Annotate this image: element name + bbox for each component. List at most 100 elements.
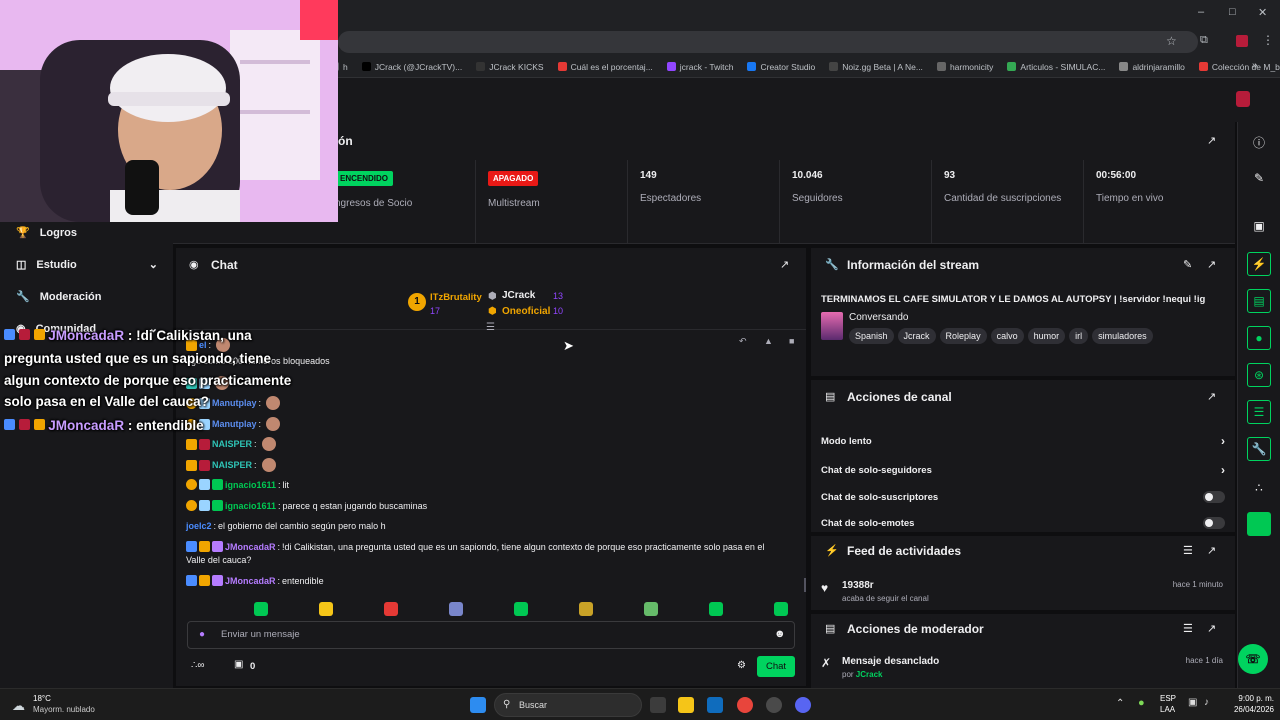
chat-username[interactable]: Manutplay — [212, 419, 257, 429]
bookmark-item[interactable]: Noiz.gg Beta | A Ne... — [829, 62, 923, 72]
language-layout[interactable]: LAA — [1160, 705, 1175, 714]
tag[interactable]: irl — [1069, 328, 1089, 344]
extensions-icon[interactable]: ⧉ — [1200, 34, 1208, 47]
weather-desc[interactable]: Mayorm. nublado — [33, 705, 95, 714]
bookmark-item[interactable]: JCrack (@JCrackTV)... — [361, 62, 462, 72]
delete-icon[interactable]: ■ — [789, 336, 794, 346]
chat-username[interactable]: Manutplay — [212, 398, 257, 408]
sidebar-item-moderacion[interactable]: 🔧 Moderación — [16, 290, 158, 304]
bookmark-item[interactable]: Colección de M_blei... — [1198, 62, 1280, 72]
chrome-icon[interactable] — [737, 697, 753, 713]
bookmark-item[interactable]: jcrack - Twitch — [666, 62, 733, 72]
bookmark-item[interactable]: aldrinjaramillo — [1119, 62, 1185, 72]
filter-icon[interactable]: ☰ — [1183, 622, 1193, 635]
popout-icon[interactable]: ↗ — [1207, 134, 1216, 147]
microphone-icon[interactable]: ● — [1138, 697, 1145, 709]
star-icon[interactable]: ☆ — [1166, 34, 1177, 48]
emote-icon[interactable] — [384, 602, 398, 616]
chat-message[interactable]: NAISPER: — [186, 437, 276, 451]
more-bookmarks-icon[interactable]: » — [1252, 60, 1258, 71]
emote-icon[interactable] — [644, 602, 658, 616]
language-code[interactable]: ESP — [1160, 694, 1176, 703]
stream-category[interactable]: Conversando — [849, 312, 908, 323]
bookmark-item[interactable]: Cuál es el porcentaj... — [557, 62, 653, 72]
chat-bubble-icon[interactable]: ● — [1247, 326, 1271, 350]
chat-username[interactable]: joelc2 — [186, 521, 212, 531]
broadcast-icon[interactable]: ⊛ — [1247, 363, 1271, 387]
emote-only-toggle[interactable] — [1203, 517, 1225, 529]
channel-logo-icon[interactable] — [1236, 91, 1250, 107]
chat-username[interactable]: NAISPER — [212, 439, 252, 449]
taskbar-search[interactable]: ⚲ Buscar — [494, 693, 642, 717]
emote-icon[interactable] — [709, 602, 723, 616]
popout-icon[interactable]: ↗ — [1207, 258, 1216, 271]
tag[interactable]: Jcrack — [897, 328, 936, 344]
bookmark-item[interactable]: harmonicity — [936, 62, 993, 72]
discord-icon[interactable] — [795, 697, 811, 713]
volume-icon[interactable]: ♪ — [1204, 697, 1209, 708]
chat-message[interactable]: joelc2: el gobierno del cambio según per… — [186, 521, 386, 531]
collapse-icon[interactable]: ☰ — [486, 322, 495, 333]
channel-points-icon[interactable]: ∴∞ — [191, 660, 205, 671]
chat-username[interactable]: NAISPER — [212, 460, 252, 470]
undo-icon[interactable]: ↶ — [739, 336, 747, 347]
mic-icon[interactable]: ● — [199, 629, 205, 640]
chat-username[interactable]: JMoncadaR — [225, 576, 276, 586]
bookmark-item[interactable]: Articulos - SIMULAC... — [1007, 62, 1105, 72]
slow-mode-row[interactable]: Modo lento › — [821, 434, 1225, 448]
chat-send-button[interactable]: Chat — [757, 656, 795, 677]
windows-start-icon[interactable] — [470, 697, 486, 713]
chat-username[interactable]: JMoncadaR — [225, 542, 276, 552]
chat-message[interactable]: ignacio1611: parece q estan jugando busc… — [186, 500, 427, 511]
weather-temp[interactable]: 18°C — [33, 694, 51, 703]
edit-icon[interactable]: ✎ — [1183, 258, 1192, 271]
clock-date[interactable]: 26/04/2026 — [1222, 705, 1274, 714]
bookmark-item[interactable]: JCrack KICKS — [476, 62, 544, 72]
wrench-icon[interactable]: 🔧 — [1247, 437, 1271, 461]
followers-only-row[interactable]: Chat de solo-seguidores › — [821, 463, 1225, 477]
profile-icon[interactable] — [1236, 35, 1248, 47]
maximize-icon[interactable]: □ — [1229, 6, 1236, 18]
chat-message[interactable]: NAISPER: — [186, 458, 276, 472]
emoji-icon[interactable]: ☻ — [774, 628, 786, 640]
chat-message[interactable]: JMoncadaR: entendible — [186, 575, 324, 586]
emote-icon[interactable] — [319, 602, 333, 616]
popout-icon[interactable]: ↗ — [1207, 390, 1216, 403]
file-explorer-icon[interactable] — [678, 697, 694, 713]
activity-user[interactable]: 19388r — [842, 580, 874, 591]
weather-icon[interactable]: ☁ — [12, 698, 25, 714]
mail-icon[interactable] — [707, 697, 723, 713]
popout-icon[interactable]: ↗ — [1207, 622, 1216, 635]
popout-icon[interactable]: ↗ — [1207, 544, 1216, 557]
filter-icon[interactable]: ☰ — [1183, 544, 1193, 557]
minimize-icon[interactable]: – — [1198, 6, 1204, 18]
chat-message[interactable]: JMoncadaR: !di Calikistan, una pregunta … — [186, 541, 764, 552]
store-icon[interactable]: ▣ — [234, 659, 243, 670]
chat-username[interactable]: ignacio1611 — [225, 480, 276, 490]
obs-icon[interactable] — [766, 697, 782, 713]
chat-input-field[interactable]: ● Enviar un mensaje ☻ — [187, 621, 795, 649]
chat-message[interactable]: ignacio1611: lit — [186, 479, 289, 490]
tag[interactable]: simuladores — [1092, 328, 1153, 344]
close-icon[interactable]: ✕ — [1258, 6, 1267, 19]
tag[interactable]: calvo — [990, 328, 1024, 344]
clipboard-icon[interactable]: ▤ — [1247, 289, 1271, 313]
emote-icon[interactable] — [449, 602, 463, 616]
tag[interactable]: Spanish — [849, 328, 894, 344]
sidebar-item-estudio[interactable]: ◫ Estudio ⌄ — [16, 258, 158, 272]
emote-icon[interactable] — [514, 602, 528, 616]
mod-action-author[interactable]: JCrack — [856, 670, 883, 679]
pin-icon[interactable]: ▲ — [764, 336, 773, 346]
edit-icon[interactable]: ✎ — [1247, 166, 1271, 190]
help-icon[interactable]: ☏ — [1238, 644, 1268, 674]
info-icon[interactable]: ⓘ — [1247, 130, 1271, 154]
scrollbar[interactable] — [804, 578, 806, 592]
network-icon[interactable]: ▣ — [1188, 697, 1197, 708]
menu-icon[interactable]: ⋮ — [1262, 33, 1274, 47]
task-view-icon[interactable] — [650, 697, 666, 713]
bookmark-item[interactable]: Creator Studio — [747, 62, 815, 72]
stack-icon[interactable]: ☰ — [1247, 400, 1271, 424]
subscribers-only-toggle[interactable] — [1203, 491, 1225, 503]
share-icon[interactable]: ∴ — [1247, 476, 1271, 500]
sidebar-item-logros[interactable]: 🏆 Logros — [16, 226, 158, 240]
